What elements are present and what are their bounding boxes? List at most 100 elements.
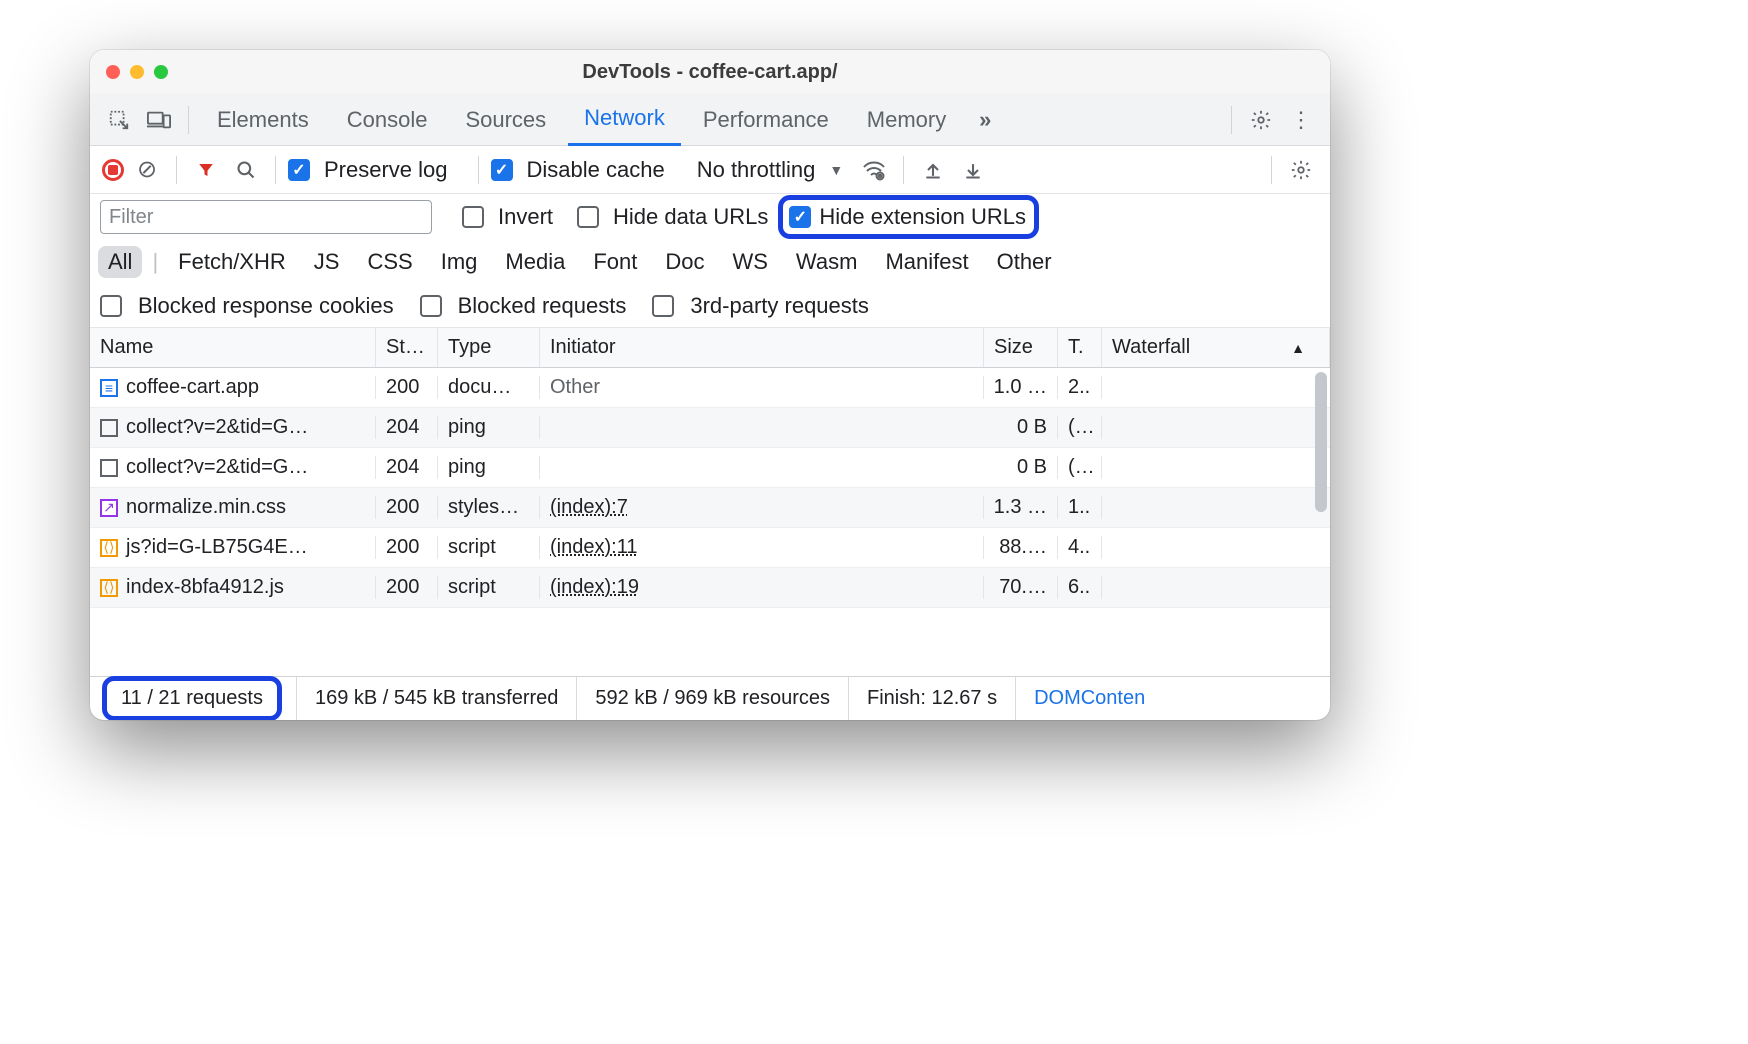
tab-memory[interactable]: Memory [851,94,962,146]
request-table: Name St… Type Initiator Size T. Waterfal… [90,328,1330,676]
request-status: 200 [376,576,438,599]
more-tabs-icon[interactable]: » [968,103,1002,137]
hide-extension-urls-checkbox[interactable] [789,206,811,228]
request-time: 6.. [1058,576,1102,599]
search-icon[interactable] [229,153,263,187]
vertical-scrollbar[interactable] [1315,372,1327,512]
tab-elements[interactable]: Elements [201,94,325,146]
type-fetch-xhr[interactable]: Fetch/XHR [168,246,296,278]
third-party-label[interactable]: 3rd-party requests [690,293,869,319]
tab-performance[interactable]: Performance [687,94,845,146]
table-row[interactable]: ↗normalize.min.css200styles…(index):71.3… [90,488,1330,528]
ping-icon [100,419,118,437]
request-time: 4.. [1058,536,1102,559]
col-initiator[interactable]: Initiator [540,328,984,367]
col-time[interactable]: T. [1058,328,1102,367]
type-ws[interactable]: WS [722,246,777,278]
table-row[interactable]: collect?v=2&tid=G…204ping0 B(… [90,448,1330,488]
type-img[interactable]: Img [431,246,488,278]
upload-har-icon[interactable] [916,153,950,187]
minimize-window-button[interactable] [130,65,144,79]
disable-cache-label[interactable]: Disable cache [527,157,665,183]
initiator-link[interactable]: (index):11 [550,536,637,559]
blocked-cookies-label[interactable]: Blocked response cookies [138,293,394,319]
tab-sources[interactable]: Sources [449,94,562,146]
disable-cache-checkbox[interactable] [491,159,513,181]
request-time: (… [1058,456,1102,479]
close-window-button[interactable] [106,65,120,79]
record-button[interactable] [102,159,124,181]
document-icon: ≡ [100,379,118,397]
type-manifest[interactable]: Manifest [875,246,978,278]
type-font[interactable]: Font [583,246,647,278]
script-icon: ⟨⟩ [100,539,118,557]
filter-input[interactable]: Filter [100,200,432,234]
maximize-window-button[interactable] [154,65,168,79]
status-finish: Finish: 12.67 s [849,677,1016,720]
filter-placeholder: Filter [109,206,153,229]
request-size: 1.0 … [984,376,1058,399]
table-row[interactable]: collect?v=2&tid=G…204ping0 B(… [90,408,1330,448]
col-status[interactable]: St… [376,328,438,367]
status-resources: 592 kB / 969 kB resources [577,677,849,720]
col-waterfall[interactable]: Waterfall ▲ [1102,328,1330,367]
kebab-menu-icon[interactable]: ⋮ [1284,103,1318,137]
type-wasm[interactable]: Wasm [786,246,868,278]
type-js[interactable]: JS [304,246,350,278]
hide-data-urls-label[interactable]: Hide data URLs [613,204,768,230]
request-status: 204 [376,416,438,439]
request-type: ping [438,416,540,439]
request-status: 204 [376,456,438,479]
throttling-value: No throttling [697,157,816,183]
settings-icon[interactable] [1244,103,1278,137]
network-settings-icon[interactable] [1284,153,1318,187]
request-size: 70.… [984,576,1058,599]
request-size: 1.3 … [984,496,1058,519]
type-css[interactable]: CSS [357,246,422,278]
request-name: collect?v=2&tid=G… [126,456,308,479]
request-size: 0 B [984,416,1058,439]
extra-filter-row: Blocked response cookies Blocked request… [90,284,1330,328]
col-name[interactable]: Name [90,328,376,367]
request-status: 200 [376,496,438,519]
divider [188,106,189,134]
hide-data-urls-checkbox[interactable] [577,206,599,228]
throttling-select[interactable]: No throttling ▼ [689,157,851,183]
type-all[interactable]: All [98,246,142,278]
network-conditions-icon[interactable] [857,153,891,187]
type-other[interactable]: Other [987,246,1062,278]
download-har-icon[interactable] [956,153,990,187]
sort-asc-icon: ▲ [1291,340,1305,356]
hide-extension-urls-label[interactable]: Hide extension URLs [819,204,1026,230]
request-type: styles… [438,496,540,519]
clear-button[interactable]: ⊘ [130,153,164,187]
preserve-log-checkbox[interactable] [288,159,310,181]
blocked-requests-checkbox[interactable] [420,295,442,317]
initiator-text: Other [550,376,600,399]
table-row[interactable]: ≡coffee-cart.app200docu…Other1.0 …2.. [90,368,1330,408]
blocked-cookies-checkbox[interactable] [100,295,122,317]
filter-toggle-icon[interactable] [189,153,223,187]
tab-console[interactable]: Console [331,94,444,146]
initiator-link[interactable]: (index):7 [550,496,628,519]
third-party-checkbox[interactable] [652,295,674,317]
request-type: docu… [438,376,540,399]
initiator-link[interactable]: (index):19 [550,576,639,599]
device-toggle-icon[interactable] [142,103,176,137]
blocked-requests-label[interactable]: Blocked requests [458,293,627,319]
invert-label[interactable]: Invert [498,204,553,230]
inspect-icon[interactable] [102,103,136,137]
col-size[interactable]: Size [984,328,1058,367]
divider [1271,156,1272,184]
tab-network[interactable]: Network [568,94,681,146]
table-row[interactable]: ⟨⟩js?id=G-LB75G4E…200script(index):1188.… [90,528,1330,568]
invert-checkbox[interactable] [462,206,484,228]
status-domcontentloaded[interactable]: DOMConten [1016,677,1163,720]
request-size: 88.… [984,536,1058,559]
col-type[interactable]: Type [438,328,540,367]
type-media[interactable]: Media [495,246,575,278]
table-row[interactable]: ⟨⟩index-8bfa4912.js200script(index):1970… [90,568,1330,608]
divider [1231,106,1232,134]
type-doc[interactable]: Doc [655,246,714,278]
preserve-log-label[interactable]: Preserve log [324,157,448,183]
